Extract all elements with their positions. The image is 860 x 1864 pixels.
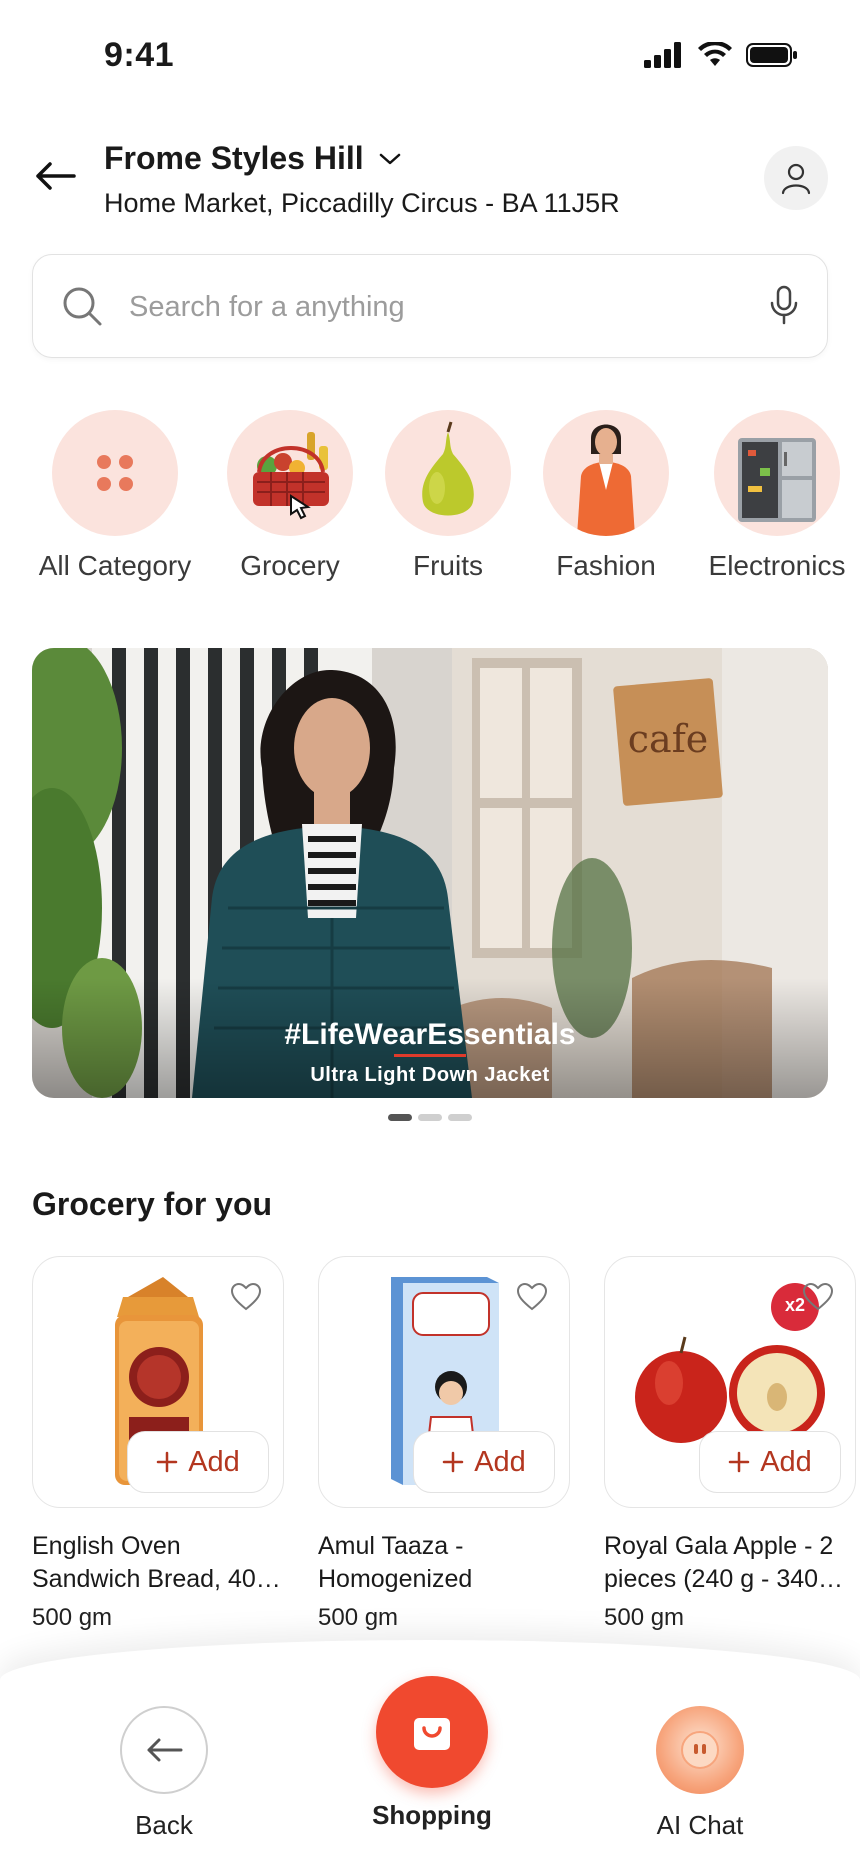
- nav-back-button[interactable]: [120, 1706, 208, 1794]
- add-button[interactable]: Add: [127, 1431, 269, 1493]
- add-button-label: Add: [760, 1445, 812, 1478]
- plus-icon: [442, 1451, 464, 1473]
- category-label: Fashion: [556, 550, 656, 581]
- chevron-down-icon: [379, 153, 400, 164]
- product-image-card[interactable]: Add: [318, 1256, 570, 1508]
- nav-shopping[interactable]: Shopping: [342, 1676, 522, 1831]
- fashion-model-image: [543, 410, 669, 536]
- product-image-card[interactable]: Add: [32, 1256, 284, 1508]
- heart-icon[interactable]: [517, 1283, 547, 1311]
- nav-label: AI Chat: [656, 1810, 744, 1840]
- category-label: All Category: [38, 550, 192, 581]
- microphone-icon[interactable]: [769, 285, 799, 325]
- category-label: Electronics: [708, 550, 846, 581]
- search-icon: [63, 287, 102, 326]
- product-name: Royal Gala Apple - 2 pieces (240 g - 340…: [604, 1532, 844, 1593]
- carousel-dot-active[interactable]: [388, 1114, 412, 1121]
- category-electronics[interactable]: Electronics: [692, 410, 860, 582]
- nav-ai-chat-button[interactable]: [656, 1706, 744, 1794]
- nav-label: Shopping: [372, 1800, 492, 1830]
- heart-icon[interactable]: [803, 1283, 833, 1311]
- nav-ai-chat[interactable]: AI Chat: [610, 1706, 790, 1841]
- nav-shopping-button[interactable]: [376, 1676, 488, 1788]
- plus-icon: [728, 1451, 750, 1473]
- category-row: All Category Grocery Fruits Fashion Elec…: [0, 410, 860, 590]
- bottom-navigation: Back Shopping AI Chat: [0, 1640, 860, 1864]
- section-title: Grocery for you: [32, 1186, 273, 1222]
- cafe-sign-text: cafe: [628, 717, 709, 761]
- carousel-indicator: [0, 1114, 860, 1121]
- plus-icon: [156, 1451, 178, 1473]
- product-weight: 500 gm: [32, 1604, 113, 1631]
- refrigerator-image: [714, 410, 840, 536]
- product-weight: 500 gm: [318, 1604, 399, 1631]
- category-fashion[interactable]: Fashion: [521, 410, 691, 582]
- shopping-bag-icon: [414, 1718, 450, 1750]
- product-card[interactable]: Add Amul Taaza - Homogenized Toned… 500 …: [318, 1256, 570, 1632]
- category-grocery[interactable]: Grocery: [205, 410, 375, 582]
- hashtag-underline: [394, 1054, 466, 1057]
- ai-chat-icon: [681, 1731, 719, 1769]
- banner-subtitle: Ultra Light Down Jacket: [310, 1064, 550, 1086]
- search-input[interactable]: Search for a anything: [129, 291, 405, 324]
- product-name: Amul Taaza - Homogenized Toned…: [318, 1532, 473, 1593]
- category-all[interactable]: All Category: [30, 410, 200, 582]
- add-button-label: Add: [188, 1445, 240, 1478]
- nav-back[interactable]: Back: [74, 1706, 254, 1841]
- product-weight: 500 gm: [604, 1604, 685, 1631]
- cellular-signal-icon: [644, 42, 681, 68]
- wifi-icon: [698, 42, 732, 66]
- add-button[interactable]: Add: [413, 1431, 555, 1493]
- category-label: Fruits: [413, 550, 483, 581]
- promo-banner[interactable]: cafe #LifeWearEssentials Ultra Light Dow…: [32, 648, 828, 1098]
- grocery-basket-image: [227, 410, 353, 536]
- location-title: Frome Styles Hill: [104, 140, 364, 176]
- back-arrow-icon[interactable]: [30, 156, 80, 196]
- product-card[interactable]: x2 Add Royal Gala Apple - 2 pieces (240 …: [604, 1256, 856, 1632]
- category-label: Grocery: [240, 550, 340, 581]
- status-icons: [644, 42, 798, 68]
- category-fruits[interactable]: Fruits: [363, 410, 533, 582]
- battery-icon: [746, 43, 797, 67]
- product-card[interactable]: Add English Oven Sandwich Bread, 40… 500…: [32, 1256, 284, 1632]
- user-icon: [781, 163, 811, 195]
- banner-hashtag: #LifeWearEssentials: [284, 1018, 576, 1051]
- carousel-dot[interactable]: [418, 1114, 442, 1121]
- status-bar: 9:41: [0, 0, 860, 110]
- product-image-card[interactable]: x2 Add: [604, 1256, 856, 1508]
- heart-icon[interactable]: [231, 1283, 261, 1311]
- location-selector[interactable]: Frome Styles Hill: [104, 140, 402, 177]
- product-name: English Oven Sandwich Bread, 40…: [32, 1532, 281, 1593]
- status-time: 9:41: [104, 36, 175, 74]
- location-header: Frome Styles Hill Home Market, Piccadill…: [0, 136, 860, 226]
- back-arrow-icon: [147, 1738, 183, 1762]
- add-button[interactable]: Add: [699, 1431, 841, 1493]
- pear-image: [385, 410, 511, 536]
- grid-dots-icon: [52, 410, 178, 536]
- carousel-dot[interactable]: [448, 1114, 472, 1121]
- nav-label: Back: [135, 1810, 193, 1840]
- add-button-label: Add: [474, 1445, 526, 1478]
- profile-button[interactable]: [764, 146, 828, 210]
- search-bar[interactable]: Search for a anything: [32, 254, 828, 358]
- location-address: Home Market, Piccadilly Circus - BA 11J5…: [104, 188, 620, 218]
